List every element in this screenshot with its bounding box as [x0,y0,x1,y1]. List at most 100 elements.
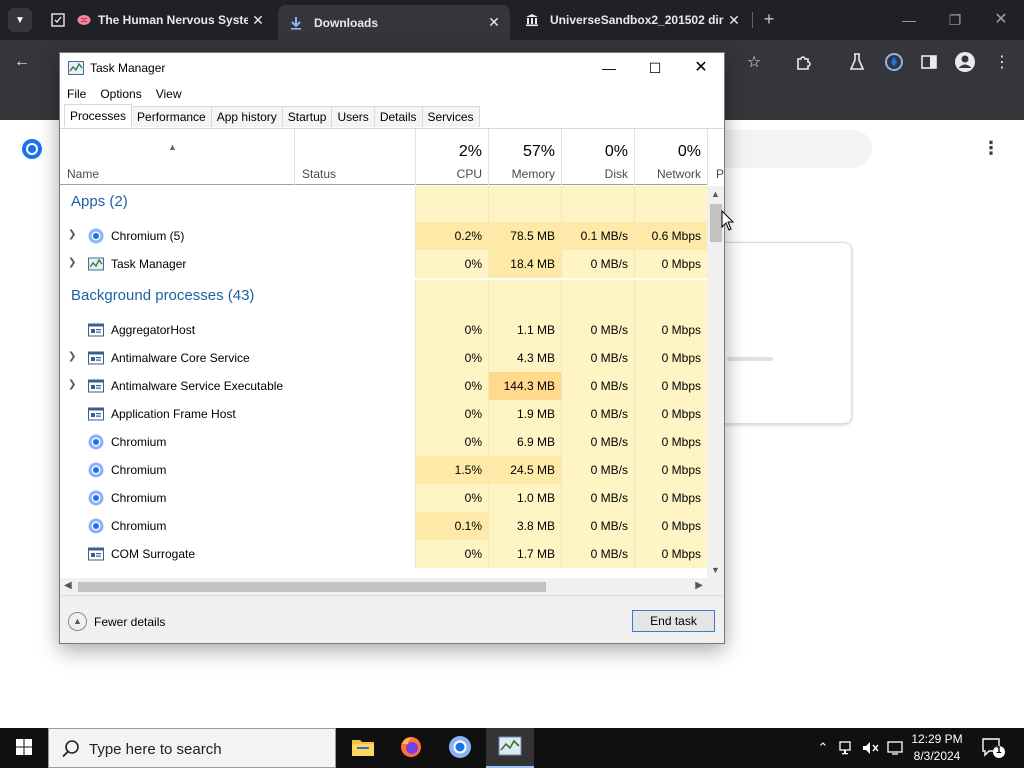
close-button[interactable]: ✕ [678,53,724,83]
browser-minimize-button[interactable]: — [886,4,932,36]
tab-performance[interactable]: Performance [131,106,212,127]
process-disk-cell: 0 MB/s [561,540,634,568]
network-icon[interactable] [836,728,858,768]
group-cpu-cell [415,186,488,222]
process-row[interactable]: 0% 6.9 MB 0 MB/s 0 Mbps Chromium [60,428,707,456]
process-row[interactable]: 0% 1.1 MB 0 MB/s 0 Mbps AggregatorHost [60,316,707,344]
column-network[interactable]: 0% Network [634,129,707,185]
column-status[interactable]: Status [294,129,415,185]
expand-chevron-icon[interactable]: ❯ [68,229,76,240]
process-row[interactable]: 0% 1.0 MB 0 MB/s 0 Mbps Chromium [60,484,707,512]
tab-users[interactable]: Users [331,106,375,127]
column-disk[interactable]: 0% Disk [561,129,634,185]
scroll-right-icon[interactable]: ▶ [695,580,703,591]
process-memory-cell: 1.9 MB [488,400,561,428]
browser-tab-nervous-system[interactable]: The Human Nervous Syster ✕ [40,6,274,34]
process-cpu-cell: 0% [415,484,488,512]
process-row[interactable]: 0% 1.9 MB 0 MB/s 0 Mbps Application Frame Ho… [60,400,707,428]
tab-startup[interactable]: Startup [281,106,333,127]
menu-file[interactable]: File [60,83,93,105]
process-row[interactable]: 1.5% 24.5 MB 0 MB/s 0 Mbps Chromium [60,456,707,484]
process-name: Chromium [111,435,167,449]
taskbar-search-box[interactable]: Type here to search [48,728,336,768]
tab-services[interactable]: Services [421,106,480,127]
browser-menu-icon[interactable]: ⋮ [988,48,1016,76]
group-network-cell [634,280,707,316]
expand-chevron-icon[interactable]: ❯ [68,379,76,390]
tab-search-button[interactable]: ▼ [8,8,32,32]
maximize-button[interactable]: ☐ [632,53,678,83]
process-disk-cell: 0 MB/s [561,428,634,456]
expand-chevron-icon[interactable]: ❯ [68,257,76,268]
horizontal-scroll-thumb[interactable] [78,582,546,592]
task-manager-titlebar[interactable]: Task Manager — ☐ ✕ [60,53,724,83]
account-avatar-icon[interactable] [951,48,979,76]
process-network-cell: 0 Mbps [634,250,707,278]
profile-sync-icon[interactable] [880,48,908,76]
tab-title: Downloads [314,15,379,30]
close-tab-icon[interactable]: ✕ [724,12,744,29]
tab-app-history[interactable]: App history [210,106,283,127]
expand-chevron-icon[interactable]: ❯ [68,351,76,362]
back-arrow-icon[interactable]: ← [8,48,36,76]
column-memory[interactable]: 57% Memory [488,129,561,185]
column-name[interactable]: Name [60,129,294,185]
process-memory-cell: 24.5 MB [488,456,561,484]
process-list: Apps (2) 0.2% 78.5 MB 0.1 MB/s 0.6 Mbps ❯ Chro… [60,186,707,578]
action-center-button[interactable]: 1 [980,736,1006,760]
taskbar-clock[interactable]: 12:29 PM 8/3/2024 [902,731,972,765]
fewer-details-link[interactable]: Fewer details [94,615,165,629]
close-tab-icon[interactable]: ✕ [248,12,268,29]
volume-muted-icon[interactable] [860,728,882,768]
show-hidden-icons-icon[interactable]: ⌃ [812,728,834,768]
scroll-down-icon[interactable]: ▼ [711,565,720,575]
process-row[interactable]: 0% 144.3 MB 0 MB/s 0 Mbps ❯ Antimalware Servi… [60,372,707,400]
browser-close-button[interactable]: ✕ [978,4,1024,36]
process-row[interactable]: 0% 1.7 MB 0 MB/s 0 Mbps COM Surrogate [60,540,707,568]
scroll-left-icon[interactable]: ◀ [64,580,72,591]
new-tab-button[interactable]: + [758,8,780,32]
process-row[interactable]: 0% 18.4 MB 0 MB/s 0 Mbps ❯ Task Manager [60,250,707,278]
process-row[interactable]: 0% 4.3 MB 0 MB/s 0 Mbps ❯ Antimalware Core Se… [60,344,707,372]
process-row[interactable]: 0.2% 78.5 MB 0.1 MB/s 0.6 Mbps ❯ Chromium (5) [60,222,707,250]
start-button[interactable] [0,728,48,768]
vertical-scrollbar[interactable]: ▲ ▼ [707,186,724,578]
page-more-menu-icon[interactable]: ⋮ [982,138,1000,159]
menu-view[interactable]: View [149,83,189,105]
column-label: CPU [456,167,482,181]
browser-tab-universe-sandbox[interactable]: UniverseSandbox2_201502 dir ✕ [514,6,750,34]
menu-options[interactable]: Options [93,83,148,105]
browser-tab-downloads[interactable]: Downloads ✕ [278,5,510,40]
process-network-cell: 0 Mbps [634,484,707,512]
taskbar-task-manager[interactable] [486,728,534,768]
process-disk-cell: 0 MB/s [561,512,634,540]
service-icon [88,546,104,562]
search-icon [61,739,81,759]
horizontal-scrollbar[interactable]: ◀ ▶ [60,578,707,595]
tab-processes[interactable]: Processes [64,104,133,127]
tab-details[interactable]: Details [373,106,423,127]
chevron-up-circle-icon[interactable]: ▲ [68,612,87,631]
column-power[interactable]: P [707,129,724,185]
page-favicon-icon [50,12,66,28]
downloads-search-field[interactable] [720,130,872,168]
bookmark-star-icon[interactable]: ☆ [740,48,768,76]
extensions-puzzle-icon[interactable] [790,48,818,76]
taskbar-file-explorer[interactable] [339,728,387,768]
notification-badge: 1 [996,745,1002,756]
labs-flask-icon[interactable] [843,48,871,76]
service-icon [88,350,104,366]
side-panel-icon[interactable] [915,48,943,76]
chromium-icon [88,462,104,478]
minimize-button[interactable]: — [586,53,632,83]
taskbar-chromium[interactable] [436,728,484,768]
column-cpu[interactable]: 2% CPU [415,129,488,185]
process-row[interactable]: 0.1% 3.8 MB 0 MB/s 0 Mbps Chromium [60,512,707,540]
process-name: Antimalware Service Executable [111,379,284,393]
close-tab-icon[interactable]: ✕ [484,14,504,31]
process-name: Chromium [111,491,167,505]
end-task-button[interactable]: End task [632,610,715,632]
scroll-up-icon[interactable]: ▲ [711,189,720,199]
browser-restore-button[interactable]: ❐ [932,4,978,36]
taskbar-firefox[interactable] [387,728,435,768]
